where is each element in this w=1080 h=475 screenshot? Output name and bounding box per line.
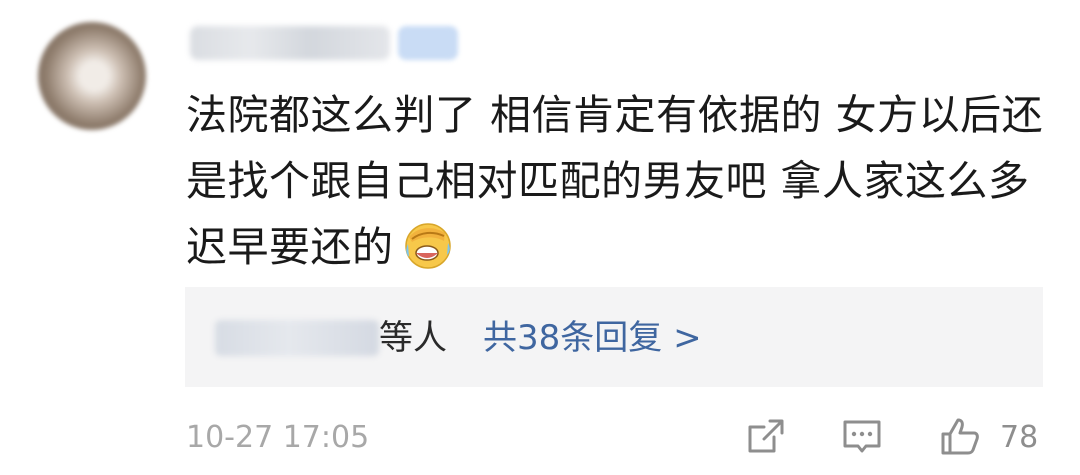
view-replies-link[interactable]: 共38条回复 > — [483, 315, 702, 361]
username-blurred[interactable] — [190, 26, 390, 60]
comment-text: 法院都这么判了 相信肯定有依据的 女方以后还是找个跟自己相对匹配的男友吧 拿人家… — [186, 91, 1044, 271]
comment-body: 法院都这么判了 相信肯定有依据的 女方以后还是找个跟自己相对匹配的男友吧 拿人家… — [186, 82, 1046, 280]
share-icon[interactable] — [744, 415, 788, 459]
replies-summary[interactable]: 等人 共38条回复 > — [185, 287, 1043, 387]
user-badge-blurred — [398, 26, 458, 60]
reply-usernames-blurred — [215, 320, 379, 356]
like-icon[interactable] — [938, 415, 982, 459]
laughing-crying-emoji-icon — [404, 223, 451, 269]
replies-who-suffix: 等人 — [379, 318, 447, 358]
comment-icon[interactable] — [840, 415, 884, 459]
avatar[interactable] — [38, 22, 146, 130]
like-count: 78 — [1000, 420, 1039, 455]
comment-timestamp: 10-27 17:05 — [186, 420, 370, 455]
